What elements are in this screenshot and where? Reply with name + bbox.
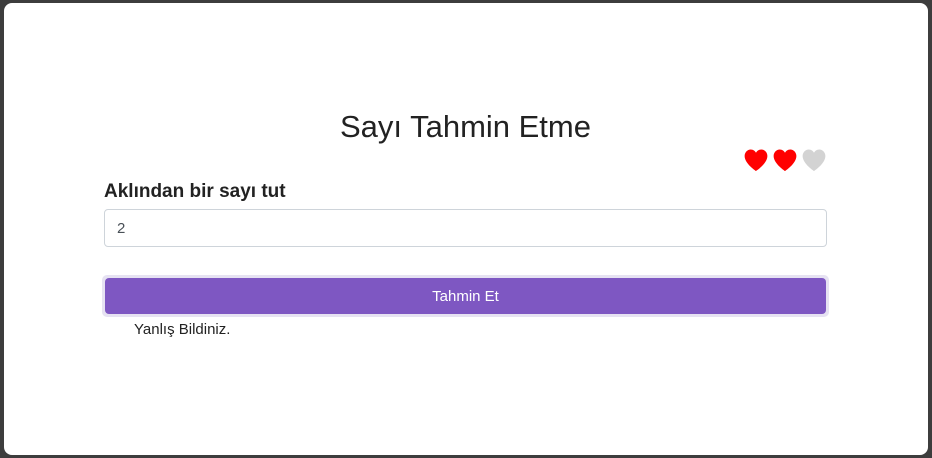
page-title: Sayı Tahmin Etme [340,109,591,144]
lives-indicator [743,148,827,172]
result-message: Yanlış Bildiniz. [134,321,231,338]
guess-button[interactable]: Tahmin Et [105,278,826,314]
guess-input[interactable] [104,209,827,247]
heart-icon [773,149,797,171]
button-focus-ring: Tahmin Et [102,275,829,317]
app-window: Sayı Tahmin Etme Aklından bir sayı tut T… [4,3,928,455]
guess-label: Aklından bir sayı tut [104,181,286,202]
heart-icon [802,149,826,171]
heart-icon [744,149,768,171]
